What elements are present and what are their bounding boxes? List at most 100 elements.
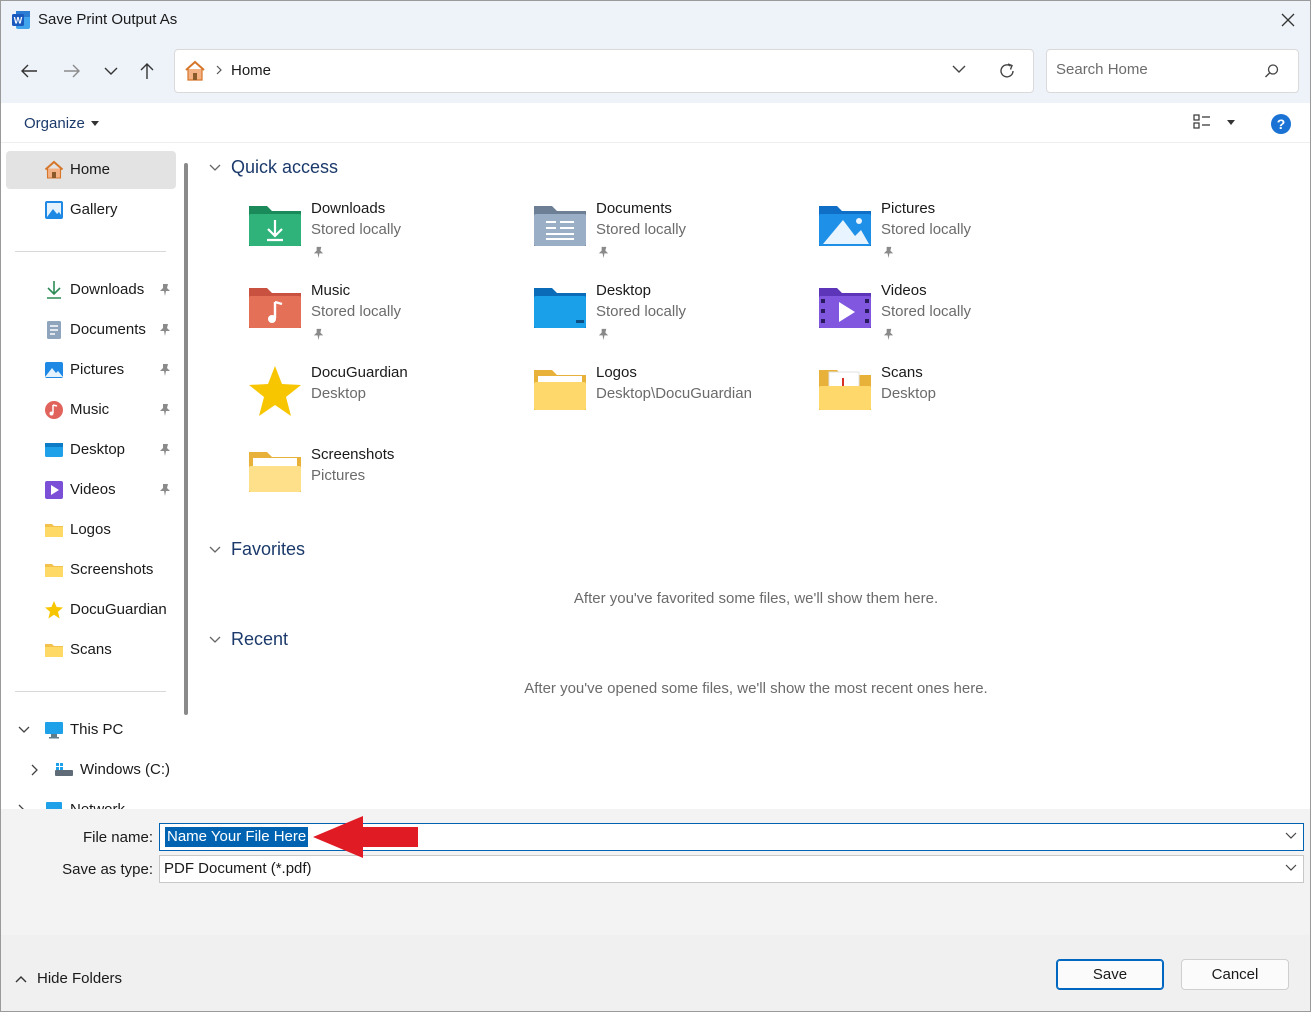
chevron-right-icon[interactable] bbox=[31, 764, 39, 776]
chevron-right-icon bbox=[216, 65, 222, 75]
tile-name: Pictures bbox=[881, 200, 936, 217]
tile-location: Desktop\DocuGuardian bbox=[596, 385, 752, 402]
quick-access-downloads[interactable]: Downloads Stored locally bbox=[197, 200, 467, 274]
quick-access-header[interactable]: Quick access bbox=[209, 157, 338, 178]
chevron-down-icon[interactable] bbox=[18, 726, 30, 734]
recent-locations-button[interactable] bbox=[96, 53, 126, 89]
sidebar-item-music[interactable]: Music bbox=[6, 391, 176, 429]
sidebar-item-pictures[interactable]: Pictures bbox=[6, 351, 176, 389]
sidebar-item-scans[interactable]: Scans bbox=[6, 631, 176, 669]
address-dropdown-icon[interactable] bbox=[952, 64, 966, 74]
quick-access-scans[interactable]: Scans Desktop bbox=[767, 364, 1037, 438]
sidebar-divider bbox=[15, 691, 166, 692]
search-input[interactable] bbox=[1056, 61, 1256, 78]
annotation-arrow-icon bbox=[313, 816, 418, 858]
svg-text:W: W bbox=[14, 16, 23, 26]
sidebar-item-label: Scans bbox=[70, 641, 112, 658]
drive-icon bbox=[55, 763, 73, 776]
sidebar-item-label: This PC bbox=[70, 721, 124, 738]
section-title: Favorites bbox=[231, 539, 306, 559]
cancel-button[interactable]: Cancel bbox=[1181, 959, 1289, 990]
pin-icon[interactable] bbox=[158, 443, 172, 457]
sidebar-item-label: Desktop bbox=[70, 441, 126, 458]
tile-location: Pictures bbox=[311, 467, 366, 484]
folder-icon bbox=[534, 370, 586, 410]
dialog-footer: Hide Folders Save Cancel bbox=[1, 935, 1310, 1011]
up-button[interactable] bbox=[132, 53, 162, 89]
chevron-down-icon bbox=[104, 67, 118, 75]
quick-access-music[interactable]: Music Stored locally bbox=[197, 282, 467, 356]
quick-access-documents[interactable]: Documents Stored locally bbox=[482, 200, 752, 274]
back-button[interactable] bbox=[14, 53, 44, 89]
pictures-folder-icon bbox=[819, 206, 871, 246]
pin-icon bbox=[313, 246, 324, 259]
sidebar-item-windows-c[interactable]: Windows (C:) bbox=[6, 751, 176, 789]
view-options-button[interactable] bbox=[1193, 114, 1235, 130]
sidebar-item-screenshots[interactable]: Screenshots bbox=[6, 551, 176, 589]
sidebar-item-gallery[interactable]: Gallery bbox=[6, 191, 176, 229]
home-icon bbox=[44, 160, 64, 179]
desktop-folder-icon bbox=[534, 288, 586, 328]
save-button[interactable]: Save bbox=[1056, 959, 1164, 990]
sidebar-item-documents[interactable]: Documents bbox=[6, 311, 176, 349]
chevron-down-icon bbox=[209, 636, 221, 643]
address-bar[interactable]: Home bbox=[174, 49, 1034, 93]
forward-arrow-icon bbox=[64, 64, 80, 78]
quick-access-videos[interactable]: Videos Stored locally bbox=[767, 282, 1037, 356]
recent-header[interactable]: Recent bbox=[209, 629, 288, 650]
quick-access-logos[interactable]: Logos Desktop\DocuGuardian bbox=[482, 364, 752, 438]
chevron-down-icon bbox=[209, 546, 221, 553]
chevron-down-icon[interactable] bbox=[1285, 832, 1297, 840]
sidebar-item-videos[interactable]: Videos bbox=[6, 471, 176, 509]
chevron-up-icon bbox=[15, 975, 27, 982]
tile-name: Documents bbox=[596, 200, 672, 217]
pin-icon bbox=[598, 328, 609, 341]
quick-access-docuguardian[interactable]: DocuGuardian Desktop bbox=[197, 364, 467, 438]
refresh-icon[interactable] bbox=[997, 61, 1017, 81]
star-icon bbox=[249, 366, 301, 416]
folder-icon bbox=[45, 564, 63, 577]
pin-icon[interactable] bbox=[158, 483, 172, 497]
sidebar-item-network[interactable]: Network bbox=[6, 791, 176, 809]
tile-name: Downloads bbox=[311, 200, 386, 217]
section-title: Quick access bbox=[231, 157, 339, 177]
forward-button[interactable] bbox=[57, 53, 87, 89]
sidebar-item-docuguardian[interactable]: DocuGuardian bbox=[6, 591, 176, 629]
close-button[interactable] bbox=[1266, 1, 1310, 39]
sidebar-item-this-pc[interactable]: This PC bbox=[6, 711, 176, 749]
tile-name: Videos bbox=[881, 282, 927, 299]
pin-icon[interactable] bbox=[158, 323, 172, 337]
window-title: Save Print Output As bbox=[38, 11, 178, 28]
tile-location: Desktop bbox=[311, 385, 367, 402]
quick-access-desktop[interactable]: Desktop Stored locally bbox=[482, 282, 752, 356]
search-box[interactable] bbox=[1046, 49, 1299, 93]
tile-name: Logos bbox=[596, 364, 637, 381]
pin-icon[interactable] bbox=[158, 363, 172, 377]
documents-folder-icon bbox=[534, 206, 586, 246]
quick-access-pictures[interactable]: Pictures Stored locally bbox=[767, 200, 1037, 274]
pin-icon[interactable] bbox=[158, 403, 172, 417]
hide-folders-label: Hide Folders bbox=[37, 970, 123, 987]
organize-menu[interactable]: Organize bbox=[24, 115, 99, 132]
pin-icon bbox=[598, 246, 609, 259]
navigation-bar: Home bbox=[1, 39, 1310, 103]
help-icon[interactable]: ? bbox=[1271, 114, 1291, 134]
tile-name: Screenshots bbox=[311, 446, 395, 463]
sidebar-item-home[interactable]: Home bbox=[6, 151, 176, 189]
pin-icon[interactable] bbox=[158, 283, 172, 297]
favorites-empty-message: After you've favorited some files, we'll… bbox=[573, 590, 939, 607]
favorites-header[interactable]: Favorites bbox=[209, 539, 305, 560]
navigation-pane: Home Gallery Downloads Documents Picture… bbox=[1, 143, 197, 809]
sidebar-item-desktop[interactable]: Desktop bbox=[6, 431, 176, 469]
hide-folders-button[interactable]: Hide Folders bbox=[15, 970, 122, 987]
tile-location: Stored locally bbox=[311, 303, 402, 320]
sidebar-item-label: Windows (C:) bbox=[80, 761, 171, 778]
sidebar-scrollbar[interactable] bbox=[184, 163, 188, 715]
sidebar-item-downloads[interactable]: Downloads bbox=[6, 271, 176, 309]
quick-access-screenshots[interactable]: Screenshots Pictures bbox=[197, 446, 467, 520]
close-icon bbox=[1281, 13, 1295, 27]
caret-down-icon bbox=[1227, 119, 1235, 125]
sidebar-item-logos[interactable]: Logos bbox=[6, 511, 176, 549]
breadcrumb-home[interactable]: Home bbox=[231, 62, 271, 79]
desktop-icon bbox=[45, 443, 63, 457]
